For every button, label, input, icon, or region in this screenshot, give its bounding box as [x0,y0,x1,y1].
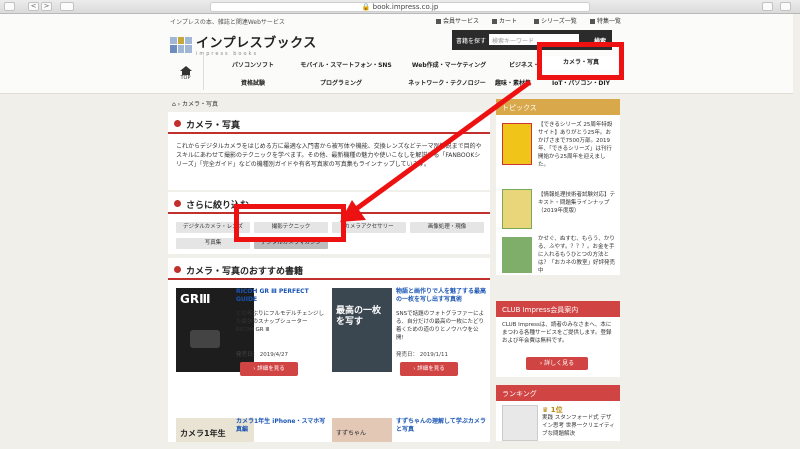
annotation-arrow-line [350,79,532,215]
scrollbar[interactable] [793,14,800,440]
annotation-arrow [340,79,532,222]
